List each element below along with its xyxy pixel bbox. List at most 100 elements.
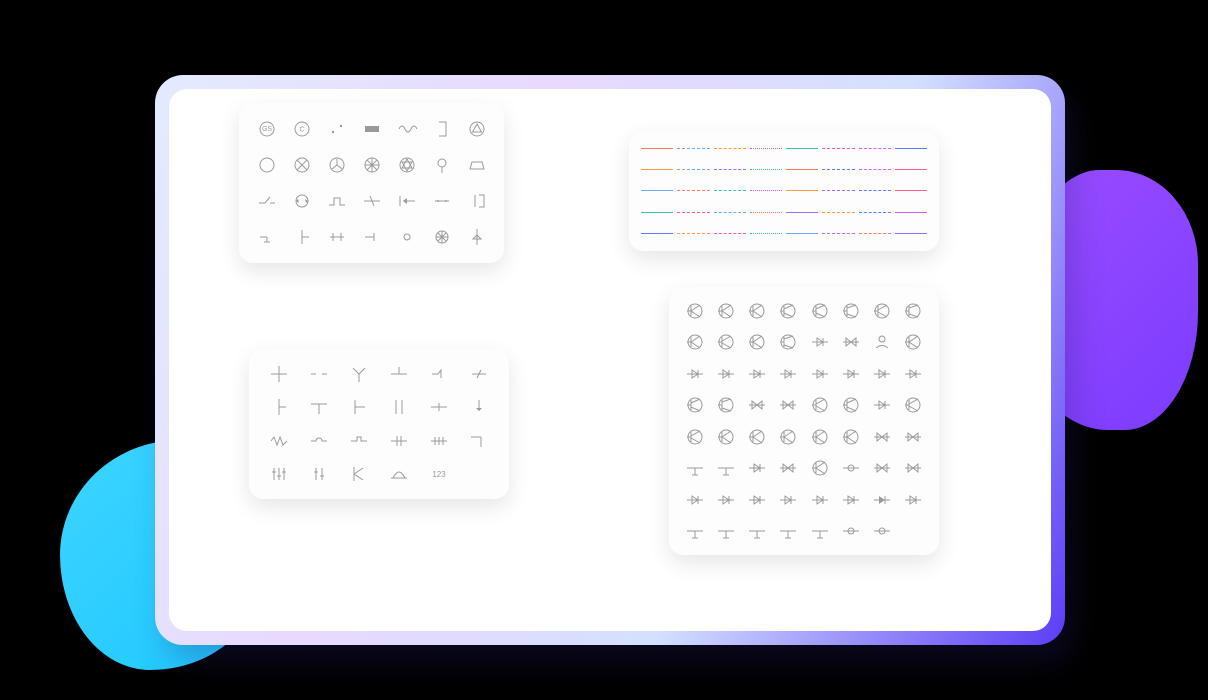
shape-circle[interactable] [255, 153, 279, 177]
line-swatch[interactable] [714, 190, 746, 191]
shape-blank[interactable] [902, 520, 924, 542]
shape-fet-p[interactable] [809, 300, 831, 322]
shape-gate-scr[interactable] [715, 394, 737, 416]
shape-y-device[interactable] [746, 520, 768, 542]
shape-y-junction[interactable] [684, 426, 706, 448]
shape-triac-alt[interactable] [777, 394, 799, 416]
shape-slash-stem[interactable] [467, 362, 491, 386]
shape-y-split[interactable] [715, 426, 737, 448]
line-swatch[interactable] [714, 212, 746, 213]
line-swatch[interactable] [714, 233, 746, 234]
shape-photo-trans[interactable] [746, 300, 768, 322]
shape-series-pair[interactable] [809, 457, 831, 479]
shape-ring-device[interactable] [840, 520, 862, 542]
shape-diode-left[interactable] [715, 363, 737, 385]
shape-pnp[interactable] [715, 300, 737, 322]
shape-fet-alt[interactable] [902, 331, 924, 353]
line-swatch[interactable] [786, 148, 818, 149]
shape-schottky[interactable] [871, 363, 893, 385]
shape-triple-stagger[interactable] [267, 462, 291, 486]
line-swatch[interactable] [641, 190, 673, 191]
shape-photo-diode-c[interactable] [809, 331, 831, 353]
shape-triple-bar[interactable] [427, 429, 451, 453]
shape-k-junction[interactable] [347, 462, 371, 486]
shape-t-junction[interactable] [290, 225, 314, 249]
line-swatch[interactable] [750, 169, 782, 170]
line-swatch[interactable] [750, 233, 782, 234]
shape-triac[interactable] [840, 331, 862, 353]
line-swatch[interactable] [677, 190, 709, 191]
shape-tee-down[interactable] [307, 395, 331, 419]
shape-diode-right[interactable] [684, 363, 706, 385]
shape-h-terminal[interactable] [325, 225, 349, 249]
shape-step-line[interactable] [325, 189, 349, 213]
line-swatch[interactable] [641, 148, 673, 149]
line-swatch[interactable] [859, 212, 891, 213]
line-swatch[interactable] [641, 212, 673, 213]
line-swatch[interactable] [786, 233, 818, 234]
shape-diode-up[interactable] [746, 363, 768, 385]
shape-center-tap[interactable] [427, 395, 451, 419]
shape-ground-device[interactable] [684, 520, 706, 542]
shape-npn[interactable] [684, 300, 706, 322]
line-swatch[interactable] [786, 212, 818, 213]
shape-bridge[interactable] [809, 394, 831, 416]
shape-node-dot[interactable] [395, 225, 419, 249]
shape-mosfet[interactable] [871, 300, 893, 322]
line-swatch[interactable] [786, 169, 818, 170]
shape-double-bar[interactable] [387, 429, 411, 453]
shape-capacitor-flag[interactable] [465, 189, 489, 213]
shape-switch-open[interactable] [255, 189, 279, 213]
shape-dot-pair[interactable] [325, 117, 349, 141]
line-swatch[interactable] [859, 169, 891, 170]
shape-inline-led[interactable] [715, 489, 737, 511]
shape-inline-res[interactable] [809, 489, 831, 511]
shape-inline-open[interactable] [902, 489, 924, 511]
shape-triangle-in-circle[interactable] [465, 117, 489, 141]
shape-led[interactable] [777, 363, 799, 385]
shape-fork-up[interactable] [347, 362, 371, 386]
shape-bi-diode[interactable] [746, 457, 768, 479]
shape-ring-stem[interactable] [430, 153, 454, 177]
shape-d-trans[interactable] [840, 426, 862, 448]
shape-igbt[interactable] [840, 300, 862, 322]
shape-trapezoid[interactable] [465, 153, 489, 177]
line-swatch[interactable] [895, 190, 927, 191]
shape-loop-device[interactable] [809, 520, 831, 542]
shape-gs-circle[interactable]: GS [255, 117, 279, 141]
shape-inline-fuse[interactable] [840, 489, 862, 511]
shape-vertical-tap[interactable] [267, 395, 291, 419]
line-swatch[interactable] [822, 190, 854, 191]
shape-probe-down[interactable] [467, 395, 491, 419]
shape-bowtie[interactable] [871, 426, 893, 448]
shape-crossed[interactable] [809, 426, 831, 448]
line-swatch[interactable] [677, 212, 709, 213]
shape-rotate-arrows[interactable] [290, 189, 314, 213]
shape-clamp[interactable] [840, 394, 862, 416]
shape-tap-right[interactable] [715, 457, 737, 479]
shape-x-trans[interactable] [777, 426, 799, 448]
shape-avatar[interactable] [871, 331, 893, 353]
shape-t-split[interactable] [387, 362, 411, 386]
shape-k-trans[interactable] [746, 426, 768, 448]
shape-double-vertical[interactable] [387, 395, 411, 419]
shape-scr[interactable] [746, 331, 768, 353]
shape-fet-n[interactable] [777, 300, 799, 322]
shape-crossed-stem[interactable] [360, 189, 384, 213]
shape-cross-device[interactable] [777, 520, 799, 542]
line-swatch[interactable] [677, 169, 709, 170]
shape-loop[interactable] [387, 462, 411, 486]
shape-hourglass[interactable] [902, 426, 924, 448]
line-swatch[interactable] [822, 148, 854, 149]
shape-c-circle[interactable]: C [290, 117, 314, 141]
shape-bjt-circle[interactable] [715, 331, 737, 353]
shape-jfet[interactable] [902, 300, 924, 322]
shape-zigzag-line[interactable] [267, 429, 291, 453]
shape-three-phase[interactable] [325, 153, 349, 177]
shape-inline-diode[interactable] [684, 489, 706, 511]
line-swatch[interactable] [750, 190, 782, 191]
shape-switch-diode[interactable] [871, 394, 893, 416]
shape-line-dots[interactable] [430, 189, 454, 213]
shape-opto[interactable] [777, 331, 799, 353]
line-swatch[interactable] [677, 233, 709, 234]
